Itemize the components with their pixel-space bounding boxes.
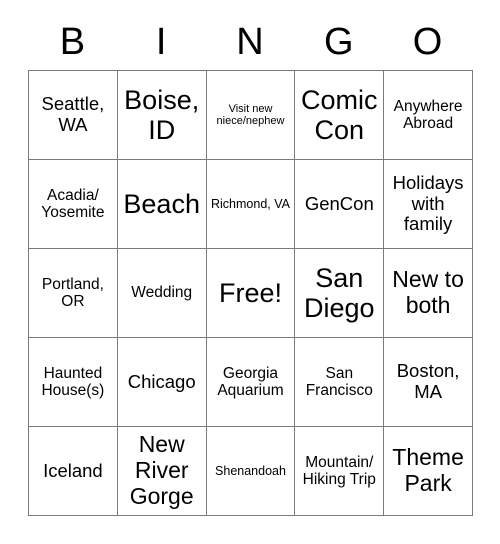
- header-letter-o: O: [412, 21, 443, 63]
- bingo-cell[interactable]: San Diego: [294, 248, 385, 338]
- bingo-cell[interactable]: Theme Park: [383, 426, 473, 516]
- bingo-cell[interactable]: Chicago: [116, 337, 207, 427]
- bingo-cell[interactable]: Seattle, WA: [28, 70, 118, 160]
- header-letter-n: N: [236, 21, 264, 63]
- bingo-card: B I N G O Seattle, WA Boise, ID Visit ne…: [28, 14, 473, 516]
- bingo-row: Seattle, WA Boise, ID Visit new niece/ne…: [28, 70, 473, 160]
- bingo-cell[interactable]: Shenandoah: [205, 426, 296, 516]
- bingo-cell[interactable]: Anywhere Abroad: [383, 70, 473, 160]
- bingo-cell[interactable]: New River Gorge: [116, 426, 207, 516]
- header-letter-g: G: [324, 21, 354, 63]
- bingo-cell[interactable]: Visit new niece/nephew: [205, 70, 296, 160]
- bingo-cell[interactable]: Wedding: [116, 248, 207, 338]
- bingo-row: Iceland New River Gorge Shenandoah Mount…: [28, 426, 473, 516]
- bingo-cell[interactable]: Portland, OR: [28, 248, 118, 338]
- bingo-cell[interactable]: Boise, ID: [116, 70, 207, 160]
- bingo-row: Portland, OR Wedding Free! San Diego New…: [28, 248, 473, 338]
- bingo-cell[interactable]: Beach: [116, 159, 207, 249]
- bingo-header-row: B I N G O: [28, 14, 472, 70]
- bingo-cell[interactable]: Holidays with family: [383, 159, 473, 249]
- bingo-row: Haunted House(s) Chicago Georgia Aquariu…: [28, 337, 473, 427]
- bingo-row: Acadia/ Yosemite Beach Richmond, VA GenC…: [28, 159, 473, 249]
- header-letter-b: B: [59, 21, 86, 63]
- bingo-cell[interactable]: San Francisco: [294, 337, 385, 427]
- bingo-cell[interactable]: Boston, MA: [383, 337, 473, 427]
- bingo-cell[interactable]: New to both: [383, 248, 473, 338]
- bingo-cell-free[interactable]: Free!: [205, 248, 296, 338]
- bingo-cell[interactable]: Georgia Aquarium: [205, 337, 296, 427]
- bingo-cell[interactable]: Comic Con: [294, 70, 385, 160]
- bingo-cell[interactable]: Richmond, VA: [205, 159, 296, 249]
- bingo-cell[interactable]: Acadia/ Yosemite: [28, 159, 118, 249]
- bingo-cell[interactable]: Haunted House(s): [28, 337, 118, 427]
- bingo-cell[interactable]: Iceland: [28, 426, 118, 516]
- bingo-cell[interactable]: GenCon: [294, 159, 385, 249]
- header-letter-i: I: [155, 21, 167, 63]
- bingo-cell[interactable]: Mountain/ Hiking Trip: [294, 426, 385, 516]
- bingo-grid: Seattle, WA Boise, ID Visit new niece/ne…: [28, 70, 473, 516]
